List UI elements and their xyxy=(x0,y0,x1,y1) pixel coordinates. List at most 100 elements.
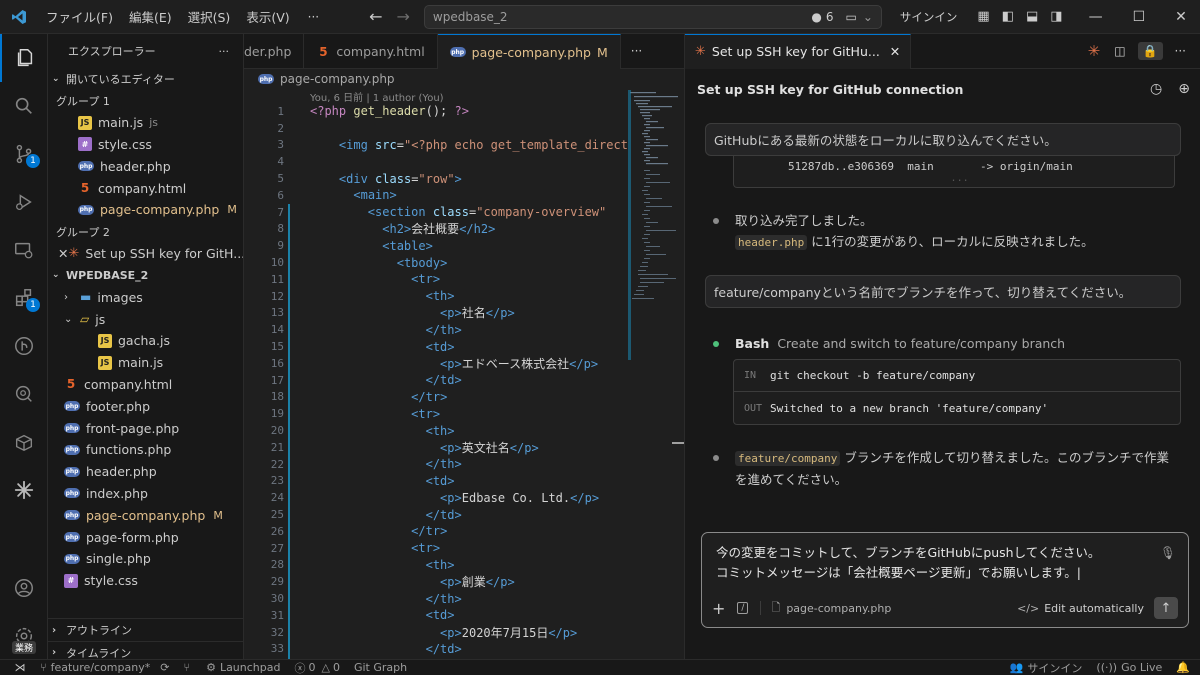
lock-icon[interactable]: 🔒 xyxy=(1137,42,1163,60)
open-editor-item[interactable]: # style.css xyxy=(48,134,243,156)
back-arrow-icon[interactable]: ← xyxy=(369,7,382,26)
forward-arrow-icon[interactable]: → xyxy=(396,7,409,26)
open-editor-item[interactable]: JS main.js js xyxy=(48,112,243,134)
run-debug-icon[interactable] xyxy=(0,178,48,226)
chevron-down-icon[interactable]: ⌄ xyxy=(863,10,873,24)
minimize-button[interactable]: — xyxy=(1089,9,1103,25)
customize-layout-icon[interactable]: ▦ xyxy=(977,9,989,24)
toggle-secondary-sidebar-icon[interactable]: ◨ xyxy=(1050,9,1062,24)
signin-button[interactable]: サインイン xyxy=(900,9,958,25)
file-item[interactable]: JS main.js xyxy=(48,352,243,374)
file-item[interactable]: php header.php xyxy=(48,461,243,483)
file-item[interactable]: php page-form.php xyxy=(48,526,243,548)
editor-tab[interactable]: php page-company.php M xyxy=(437,34,621,69)
open-editors-section[interactable]: ⌄ 開いているエディター xyxy=(48,68,243,90)
signin-status[interactable]: サインイン xyxy=(1027,660,1082,675)
code-text: <div class="row"> xyxy=(338,171,462,186)
php-file-icon: php xyxy=(64,423,80,434)
file-item[interactable]: php index.php xyxy=(48,483,243,505)
timeline-section[interactable]: › タイムライン xyxy=(48,641,243,659)
explorer-icon[interactable] xyxy=(0,34,48,82)
claude-icon[interactable]: ✳ xyxy=(1088,42,1101,60)
microphone-icon[interactable]: 🎙 xyxy=(1160,543,1176,563)
code-editor: der.php 5 company.html php page-company.php M… xyxy=(244,34,684,659)
file-item[interactable]: php front-page.php xyxy=(48,417,243,439)
slash-command-button[interactable]: / xyxy=(737,602,749,614)
folder-item[interactable]: › ▬ images xyxy=(48,286,243,308)
open-editor-item[interactable]: 5 company.html xyxy=(48,177,243,199)
line-number: 32 xyxy=(270,625,284,639)
tool-io-block: IN git checkout -b feature/company OUT S… xyxy=(733,359,1181,425)
add-attachment-button[interactable]: + xyxy=(712,599,725,618)
chevron-right-icon: › xyxy=(52,624,57,636)
code-line: 17 </td> xyxy=(244,372,684,389)
git-graph-status[interactable]: Git Graph xyxy=(354,661,407,674)
file-item[interactable]: JS gacha.js xyxy=(48,330,243,352)
claude-icon[interactable] xyxy=(0,466,48,514)
editor-tab[interactable]: 5 company.html xyxy=(304,34,438,69)
breadcrumb-file[interactable]: page-company.php xyxy=(280,72,395,86)
launchpad-label[interactable]: Launchpad xyxy=(220,661,281,674)
search-icon[interactable] xyxy=(0,82,48,130)
outline-section[interactable]: › アウトライン xyxy=(48,619,243,641)
code-area[interactable]: 1 <?php get_header(); ?> 2 3 <img src="<?ph… xyxy=(244,103,684,657)
open-editor-item[interactable]: php page-company.php M xyxy=(48,199,243,221)
toggle-sidebar-icon[interactable]: ◧ xyxy=(1002,9,1014,24)
tab-more-button[interactable]: ··· xyxy=(631,44,642,58)
file-item[interactable]: php page-company.php M xyxy=(48,504,243,526)
editor-tab[interactable]: der.php xyxy=(244,34,305,69)
code-line: 6 <main> xyxy=(244,187,684,204)
remote-explorer-icon[interactable] xyxy=(0,226,48,274)
file-item[interactable]: php single.php xyxy=(48,548,243,570)
chat-input-box[interactable]: 今の変更をコミットして、ブランチをGitHubにpushしてください。 コミット… xyxy=(701,532,1189,628)
file-item[interactable]: php footer.php xyxy=(48,395,243,417)
docker-icon[interactable] xyxy=(0,418,48,466)
close-icon[interactable]: ✕ xyxy=(890,44,900,59)
command-center-search[interactable]: wpedbase_2 ● 6 ▭ ⌄ xyxy=(423,4,882,29)
warnings-count[interactable]: 0 xyxy=(333,661,340,674)
branch-name[interactable]: feature/company* xyxy=(51,661,151,674)
gitlens-icon[interactable] xyxy=(0,370,48,418)
sync-icon[interactable]: ⟳ xyxy=(160,661,169,674)
split-editor-icon[interactable]: ◫ xyxy=(1114,44,1125,58)
menu-item[interactable]: 編集(E) xyxy=(121,7,180,26)
menu-item[interactable]: ファイル(F) xyxy=(38,7,121,26)
new-chat-icon[interactable]: ⊕ xyxy=(1178,81,1190,97)
manage-gear-icon[interactable]: 業務 xyxy=(0,612,48,660)
account-icon[interactable] xyxy=(0,564,48,612)
source-control-icon[interactable]: 1 xyxy=(0,130,48,178)
minimap[interactable] xyxy=(628,90,684,360)
remote-icon[interactable]: ⋊ xyxy=(0,661,40,674)
history-icon[interactable]: ◷ xyxy=(1150,81,1162,97)
gitlens-status-icon[interactable]: ⑂ xyxy=(183,661,190,674)
menu-item[interactable]: 表示(V) xyxy=(238,7,297,26)
golive-button[interactable]: Go Live xyxy=(1121,661,1162,674)
explorer-more-button[interactable]: ··· xyxy=(219,45,230,58)
toggle-panel-icon[interactable]: ⬓ xyxy=(1026,9,1038,24)
errors-count[interactable]: 0 xyxy=(308,661,315,674)
menu-item[interactable]: 選択(S) xyxy=(180,7,239,26)
open-editor-item-chat[interactable]: ✕ ✳ Set up SSH key for GitH... xyxy=(48,243,243,265)
more-menu-button[interactable]: ··· xyxy=(308,10,319,24)
notifications-icon[interactable]: 🔔 xyxy=(1176,661,1190,674)
git-graph-icon[interactable] xyxy=(0,322,48,370)
modified-badge: M xyxy=(597,44,608,60)
open-editor-item[interactable]: php header.php xyxy=(48,155,243,177)
more-actions-button[interactable]: ··· xyxy=(1175,44,1186,58)
folder-item[interactable]: ⌄ ▱ js xyxy=(48,308,243,330)
send-button[interactable]: ↑ xyxy=(1154,597,1178,619)
file-item[interactable]: 5 company.html xyxy=(48,374,243,396)
attached-file[interactable]: page-company.php xyxy=(786,602,1017,615)
chat-tab[interactable]: ✳ Set up SSH key for GitHu... ✕ xyxy=(685,34,912,69)
file-item[interactable]: php functions.php xyxy=(48,439,243,461)
close-window-button[interactable]: ✕ xyxy=(1175,9,1187,25)
extensions-icon[interactable]: 1 xyxy=(0,274,48,322)
line-number: 25 xyxy=(270,508,284,522)
chat-icon[interactable]: ▭ xyxy=(845,10,856,24)
project-section[interactable]: ⌄ WPEDBASE_2 xyxy=(48,264,243,286)
edit-mode-button[interactable]: Edit automatically xyxy=(1044,602,1144,615)
maximize-button[interactable]: ☐ xyxy=(1133,9,1146,25)
file-item[interactable]: # style.css xyxy=(48,570,243,592)
close-icon[interactable]: ✕ xyxy=(58,246,68,261)
php-file-icon: php xyxy=(64,532,80,543)
